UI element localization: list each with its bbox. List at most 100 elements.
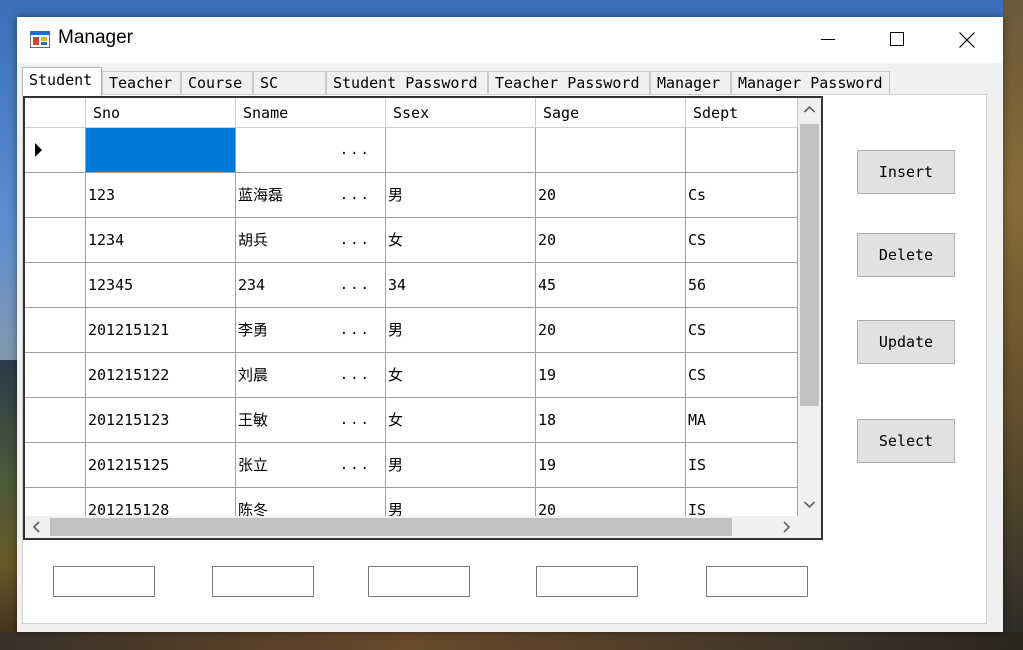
cell-sdept[interactable]: CS — [686, 353, 798, 398]
cell-sdept[interactable]: CS — [686, 308, 798, 353]
table-row[interactable]: 201215122 刘晨 ... 女 19 CS — [25, 353, 798, 398]
cell-sdept[interactable]: 56 — [686, 263, 798, 308]
cell-sdept[interactable]: MA — [686, 398, 798, 443]
column-header-sdept[interactable]: Sdept — [686, 98, 798, 128]
table-row[interactable]: 201215125 张立 ... 男 19 IS — [25, 443, 798, 488]
cell-sno[interactable]: 201215123 — [86, 398, 236, 443]
student-data-grid[interactable]: Sno Sname Ssex Sage Sdept ... 123 蓝海磊 ..… — [23, 96, 823, 540]
cell-ssex[interactable]: 男 — [386, 488, 536, 516]
cell-ssex[interactable]: 男 — [386, 308, 536, 353]
cell-sage[interactable]: 20 — [536, 218, 686, 263]
cell-sdept[interactable]: CS — [686, 218, 798, 263]
cell-sage[interactable]: 19 — [536, 443, 686, 488]
horizontal-scroll-thumb[interactable] — [50, 518, 732, 536]
scroll-right-button[interactable] — [774, 516, 798, 538]
ellipsis-button[interactable]: ... — [340, 173, 371, 217]
ellipsis-button[interactable]: ... — [340, 353, 371, 397]
cell-ssex[interactable] — [386, 128, 536, 173]
sdept-input[interactable] — [706, 566, 808, 597]
cell-sage[interactable] — [536, 128, 686, 173]
table-row-new[interactable]: ... — [25, 128, 798, 173]
table-row[interactable]: 12345 234 ... 34 45 56 — [25, 263, 798, 308]
sno-input[interactable] — [53, 566, 155, 597]
ellipsis-button[interactable]: ... — [340, 443, 371, 487]
cell-sdept[interactable]: Cs — [686, 173, 798, 218]
cell-sname[interactable]: ... — [236, 128, 386, 173]
vertical-scroll-thumb[interactable] — [800, 124, 819, 406]
cell-sname[interactable]: 王敏 ... — [236, 398, 386, 443]
row-header[interactable] — [25, 128, 86, 173]
cell-sno[interactable]: 123 — [86, 173, 236, 218]
cell-sage[interactable]: 20 — [536, 173, 686, 218]
cell-sname[interactable]: 胡兵 ... — [236, 218, 386, 263]
cell-sno[interactable]: 201215122 — [86, 353, 236, 398]
cell-sname[interactable]: 刘晨 ... — [236, 353, 386, 398]
cell-sdept[interactable]: IS — [686, 488, 798, 516]
table-row[interactable]: 201215121 李勇 ... 男 20 CS — [25, 308, 798, 353]
tab-teacher-password[interactable]: Teacher Password — [488, 71, 650, 94]
cell-sage[interactable]: 20 — [536, 308, 686, 353]
table-row[interactable]: 201215123 王敏 ... 女 18 MA — [25, 398, 798, 443]
tab-teacher[interactable]: Teacher — [102, 71, 181, 94]
row-header[interactable] — [25, 488, 86, 516]
cell-sname[interactable]: 陈冬 — [236, 488, 386, 516]
row-header[interactable] — [25, 443, 86, 488]
cell-sname[interactable]: 张立 ... — [236, 443, 386, 488]
sage-input[interactable] — [536, 566, 638, 597]
horizontal-scrollbar[interactable] — [25, 516, 798, 538]
tab-course[interactable]: Course — [181, 71, 253, 94]
ellipsis-button[interactable]: ... — [340, 218, 371, 262]
tab-student[interactable]: Student — [22, 67, 102, 96]
minimize-button[interactable] — [805, 17, 851, 63]
tab-student-password[interactable]: Student Password — [326, 71, 488, 94]
row-header[interactable] — [25, 263, 86, 308]
vertical-scrollbar[interactable] — [798, 98, 821, 516]
cell-ssex[interactable]: 女 — [386, 218, 536, 263]
ssex-input[interactable] — [368, 566, 470, 597]
ellipsis-button[interactable]: ... — [340, 263, 371, 307]
tab-manager-password[interactable]: Manager Password — [731, 71, 890, 94]
column-header-ssex[interactable]: Ssex — [386, 98, 536, 128]
cell-sage[interactable]: 19 — [536, 353, 686, 398]
cell-sno[interactable]: 201215125 — [86, 443, 236, 488]
tab-sc[interactable]: SC — [253, 71, 326, 94]
update-button[interactable]: Update — [857, 320, 955, 364]
cell-sno[interactable]: 1234 — [86, 218, 236, 263]
scroll-up-button[interactable] — [798, 98, 821, 122]
cell-ssex[interactable]: 女 — [386, 353, 536, 398]
cell-sno[interactable] — [86, 128, 236, 173]
row-header[interactable] — [25, 308, 86, 353]
maximize-button[interactable] — [874, 17, 920, 63]
table-row[interactable]: 123 蓝海磊 ... 男 20 Cs — [25, 173, 798, 218]
cell-ssex[interactable]: 34 — [386, 263, 536, 308]
cell-ssex[interactable]: 男 — [386, 443, 536, 488]
scroll-left-button[interactable] — [25, 516, 49, 538]
insert-button[interactable]: Insert — [857, 150, 955, 194]
scroll-down-button[interactable] — [798, 492, 821, 516]
cell-sage[interactable]: 20 — [536, 488, 686, 516]
ellipsis-button[interactable]: ... — [340, 398, 371, 442]
column-header-sno[interactable]: Sno — [86, 98, 236, 128]
sname-input[interactable] — [212, 566, 314, 597]
cell-sdept[interactable]: IS — [686, 443, 798, 488]
cell-sno[interactable]: 12345 — [86, 263, 236, 308]
cell-sage[interactable]: 18 — [536, 398, 686, 443]
column-header-sage[interactable]: Sage — [536, 98, 686, 128]
grid-corner-header[interactable] — [25, 98, 86, 128]
tab-manager[interactable]: Manager — [650, 71, 731, 94]
table-row[interactable]: 201215128 陈冬 男 20 IS — [25, 488, 798, 516]
ellipsis-button[interactable]: ... — [340, 128, 371, 172]
ellipsis-button[interactable]: ... — [340, 308, 371, 352]
cell-sname[interactable]: 234 ... — [236, 263, 386, 308]
cell-sname[interactable]: 李勇 ... — [236, 308, 386, 353]
row-header[interactable] — [25, 218, 86, 263]
row-header[interactable] — [25, 398, 86, 443]
cell-sno[interactable]: 201215121 — [86, 308, 236, 353]
title-bar[interactable]: Manager — [17, 17, 1003, 63]
select-button[interactable]: Select — [857, 419, 955, 463]
cell-ssex[interactable]: 男 — [386, 173, 536, 218]
row-header[interactable] — [25, 353, 86, 398]
cell-sno[interactable]: 201215128 — [86, 488, 236, 516]
column-header-sname[interactable]: Sname — [236, 98, 386, 128]
cell-ssex[interactable]: 女 — [386, 398, 536, 443]
